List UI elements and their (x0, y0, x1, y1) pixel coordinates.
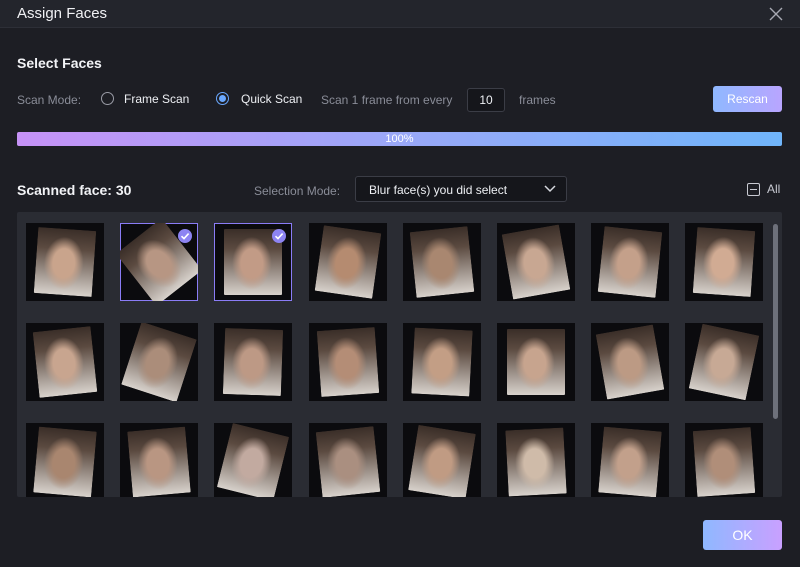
face-thumbnail[interactable] (214, 223, 292, 301)
selection-mode-dropdown[interactable]: Blur face(s) you did select (355, 176, 567, 202)
selection-mode-value: Blur face(s) you did select (369, 183, 508, 197)
face-thumbnail[interactable] (120, 423, 198, 497)
scan-progress-text: 100% (385, 133, 414, 145)
face-image (216, 423, 290, 497)
face-image (32, 326, 98, 398)
quick-scan-radio[interactable] (216, 92, 229, 105)
face-thumbnail[interactable] (309, 423, 387, 497)
face-image (127, 426, 191, 497)
rescan-button[interactable]: Rescan (713, 86, 782, 112)
face-thumbnail[interactable] (120, 323, 198, 401)
face-thumbnail[interactable] (685, 323, 763, 401)
face-thumbnail[interactable] (497, 223, 575, 301)
face-thumbnail[interactable] (403, 223, 481, 301)
face-thumbnail[interactable] (214, 423, 292, 497)
face-image (314, 225, 382, 299)
face-thumbnail[interactable] (26, 223, 104, 301)
face-thumbnail[interactable] (403, 423, 481, 497)
face-image (222, 328, 284, 396)
window-title: Assign Faces (17, 5, 108, 22)
checkmark-icon (272, 229, 286, 243)
scan-mode-label: Scan Mode: (17, 93, 82, 107)
face-image (692, 427, 756, 497)
ok-button[interactable]: OK (703, 520, 782, 550)
face-thumbnail[interactable] (26, 323, 104, 401)
scanned-face-count: Scanned face: 30 (17, 182, 132, 198)
face-grid (17, 212, 782, 497)
face-thumbnail[interactable] (26, 423, 104, 497)
select-all-checkbox[interactable] (747, 183, 760, 196)
frame-scan-label[interactable]: Frame Scan (124, 92, 189, 106)
face-thumbnail[interactable] (497, 423, 575, 497)
face-thumbnail[interactable] (591, 323, 669, 401)
scan-mode-row: Scan Mode: Frame Scan Quick Scan Scan 1 … (17, 88, 787, 112)
face-thumbnail[interactable] (309, 223, 387, 301)
frames-label: frames (519, 93, 556, 107)
face-image (507, 329, 565, 395)
face-image (33, 227, 97, 297)
face-image (597, 226, 663, 298)
face-thumbnail[interactable] (214, 323, 292, 401)
face-image (595, 324, 665, 400)
face-image (411, 327, 473, 397)
face-thumbnail[interactable] (403, 323, 481, 401)
face-image (121, 323, 197, 401)
face-image (33, 426, 97, 497)
face-image (408, 424, 476, 497)
select-faces-heading: Select Faces (17, 55, 102, 71)
quick-scan-label[interactable]: Quick Scan (241, 92, 302, 106)
select-all-label[interactable]: All (767, 182, 780, 196)
title-bar: Assign Faces (0, 0, 800, 28)
face-thumbnail[interactable] (591, 423, 669, 497)
chevron-down-icon (544, 185, 556, 193)
face-thumbnail[interactable] (591, 223, 669, 301)
face-thumbnail[interactable] (685, 223, 763, 301)
frame-scan-radio[interactable] (101, 92, 114, 105)
face-thumbnail[interactable] (120, 223, 198, 301)
face-image (692, 227, 756, 297)
face-thumbnail[interactable] (309, 323, 387, 401)
close-icon[interactable] (766, 4, 786, 24)
face-thumbnail[interactable] (685, 423, 763, 497)
checkmark-icon (178, 229, 192, 243)
scan-every-label: Scan 1 frame from every (321, 93, 453, 107)
face-image (409, 226, 475, 298)
face-grid-scrollbar[interactable] (773, 224, 778, 419)
face-image (688, 323, 760, 401)
selection-mode-label: Selection Mode: (254, 184, 341, 198)
frames-input[interactable] (467, 88, 505, 112)
face-image (501, 224, 571, 300)
face-thumbnail[interactable] (497, 323, 575, 401)
face-image (505, 427, 567, 497)
face-image (316, 327, 380, 397)
scan-progress-bar: 100% (17, 132, 782, 146)
face-image (598, 426, 662, 497)
face-image (315, 426, 381, 497)
